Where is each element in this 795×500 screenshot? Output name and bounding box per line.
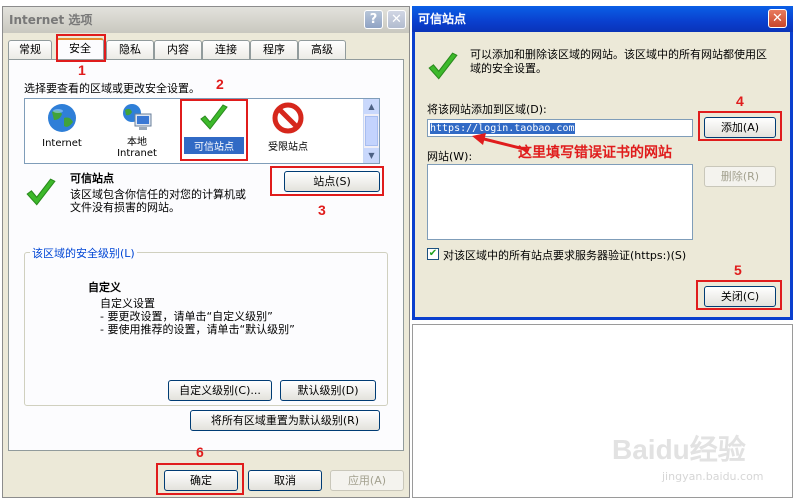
tab-connections[interactable]: 连接 (202, 40, 250, 59)
tab-label: 常规 (19, 43, 41, 56)
button-label: 自定义级别(C)... (179, 384, 261, 397)
internet-options-titlebar: Internet 选项 (3, 7, 409, 33)
remove-button[interactable]: 删除(R) (704, 166, 776, 187)
step-4-label: 4 (736, 93, 744, 109)
trusted-sites-titlebar: 可信站点 (412, 6, 793, 32)
zone-label: 受限站点 (268, 142, 308, 153)
dialog-title: Internet 选项 (9, 13, 93, 27)
globe-icon (48, 104, 76, 132)
close-icon[interactable]: ✕ (768, 9, 787, 28)
button-label: 删除(R) (720, 170, 760, 183)
zone-label: Internet (42, 138, 82, 149)
tab-label: 程序 (263, 43, 285, 56)
button-label: 取消 (274, 474, 296, 487)
add-site-label: 将该网站添加到区域(D): (427, 103, 547, 116)
watermark-logo: Baidu经验 (612, 434, 746, 465)
zone-description: 该区域包含你信任的对您的计算机或文件没有损害的网站。 (70, 188, 246, 214)
apply-button[interactable]: 应用(A) (330, 470, 404, 491)
intranet-icon (123, 104, 152, 130)
highlight-trusted-zone (180, 99, 248, 161)
websites-label: 网站(W): (427, 150, 473, 163)
dialog-title: 可信站点 (418, 12, 467, 26)
watermark-url: jingyan.baidu.com (662, 470, 764, 483)
tab-label: 隐私 (119, 43, 141, 56)
scroll-up-icon[interactable]: ▲ (364, 99, 379, 114)
zone-internet[interactable]: Internet (32, 102, 92, 160)
step-5-label: 5 (734, 262, 742, 278)
arrow-note: 这里填写错误证书的网站 (518, 145, 672, 161)
scroll-down-icon[interactable]: ▼ (364, 148, 379, 163)
close-icon[interactable]: ✕ (387, 10, 406, 29)
step-2-label: 2 (216, 76, 224, 92)
trusted-sites-info: 可以添加和删除该区域的网站。该区域中的所有网站都使用区域的安全设置。 (470, 48, 767, 75)
highlight-close-button (696, 280, 782, 310)
step-6-label: 6 (196, 444, 204, 460)
trusted-zone-icon (26, 178, 56, 206)
zone-prompt: 选择要查看的区域或更改安全设置。 (24, 82, 200, 95)
custom-level-button[interactable]: 自定义级别(C)... (168, 380, 272, 401)
no-entry-icon (272, 102, 304, 134)
tab-label: 连接 (215, 43, 237, 56)
https-checkbox[interactable]: ✔ (427, 248, 439, 260)
default-level-button[interactable]: 默认级别(D) (280, 380, 376, 401)
cancel-button[interactable]: 取消 (248, 470, 322, 491)
tab-label: 高级 (311, 43, 333, 56)
highlight-add-button (698, 111, 782, 141)
site-url-input[interactable]: https://login.taobao.com (427, 119, 693, 137)
security-level-label: 该区域的安全级别(L) (30, 245, 137, 261)
trusted-sites-check-icon (428, 52, 458, 80)
zone-local-intranet[interactable]: 本地 Intranet (102, 102, 172, 162)
scroll-thumb[interactable] (365, 116, 378, 146)
tab-label: 内容 (167, 43, 189, 56)
step-1-label: 1 (78, 62, 86, 78)
highlight-ok-button (156, 463, 244, 495)
tab-content[interactable]: 内容 (154, 40, 202, 59)
reset-all-zones-button[interactable]: 将所有区域重置为默认级别(R) (190, 410, 380, 431)
button-label: 将所有区域重置为默认级别(R) (210, 414, 360, 427)
zone-title: 可信站点 (70, 172, 114, 185)
highlight-security-tab (56, 34, 106, 62)
tab-advanced[interactable]: 高级 (298, 40, 346, 59)
tab-programs[interactable]: 程序 (250, 40, 298, 59)
highlight-sites-button (270, 166, 384, 196)
tab-general[interactable]: 常规 (8, 40, 52, 59)
button-label: 默认级别(D) (297, 384, 359, 397)
https-checkbox-label[interactable]: 对该区域中的所有站点要求服务器验证(https:)(S) (443, 247, 686, 263)
tab-privacy[interactable]: 隐私 (106, 40, 154, 59)
help-icon[interactable]: ? (364, 10, 383, 29)
step-3-label: 3 (318, 202, 326, 218)
websites-list[interactable] (427, 164, 693, 240)
zone-label: 本地 Intranet (117, 137, 157, 159)
custom-title: 自定义 (88, 281, 121, 294)
zone-restricted-sites[interactable]: 受限站点 (256, 102, 320, 160)
button-label: 应用(A) (347, 474, 387, 487)
custom-line-3: - 要使用推荐的设置，请单击“默认级别” (100, 323, 295, 336)
zones-scrollbar[interactable]: ▲ ▼ (363, 99, 379, 163)
